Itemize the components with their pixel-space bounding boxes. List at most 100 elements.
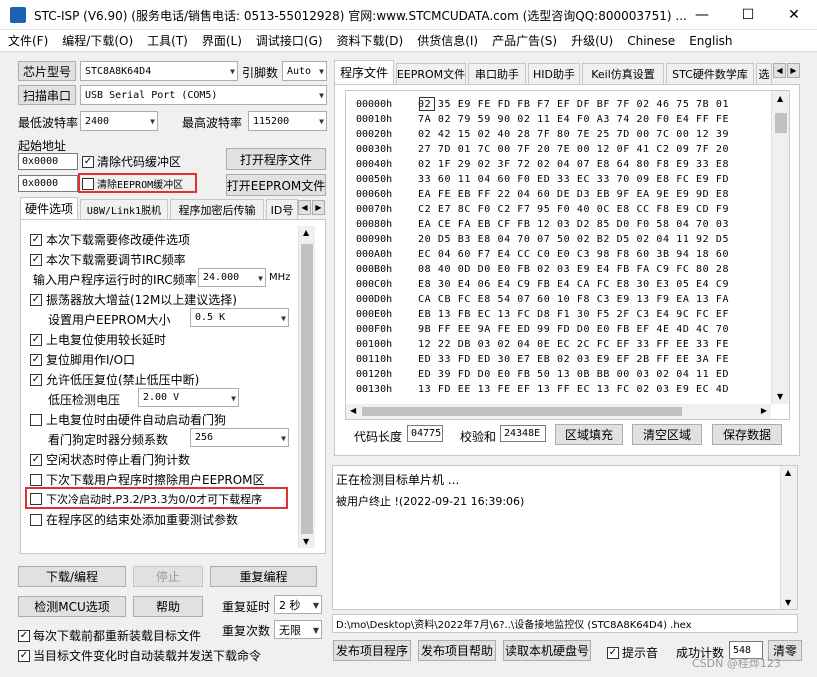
stop-button[interactable]: 停止 (133, 566, 203, 587)
menu-file[interactable]: 文件(F) (8, 32, 48, 49)
status-line: 被用户终止 !(2022-09-21 16:39:06) (336, 495, 525, 508)
sound-option[interactable]: ✓ 提示音 (607, 644, 658, 661)
tab-hardware-options[interactable]: 硬件选项 (20, 197, 78, 219)
menu-chinese[interactable]: Chinese (627, 34, 675, 48)
irc-frequency-select[interactable]: 24.000 ▼ (198, 268, 266, 287)
tab-u8w-link1[interactable]: U8W/Link1脱机 (80, 199, 168, 219)
auto-send-option[interactable]: ✓ 当目标文件变化时自动装载并发送下载命令 (18, 647, 261, 664)
code-address-input[interactable]: 0x0000 (18, 153, 78, 170)
hex-bytes: EA FE EB FF 22 04 60 DE D3 EB 9F EA 9E E… (418, 189, 730, 200)
option-label: 上电复位时由硬件自动启动看门狗 (46, 413, 227, 427)
option-lvd-voltage: 低压检测电压 (48, 391, 120, 408)
pins-select[interactable]: Auto ▼ (282, 61, 327, 81)
chevron-down-icon: ▼ (319, 117, 324, 126)
checkbox-checked-icon: ✓ (30, 373, 42, 386)
hex-dump-view[interactable]: 00000h 02 35 E9 FE FD FB F7 EF DF BF 7F 0… (345, 90, 790, 420)
hex-bytes: 33 60 11 04 60 F0 ED 33 EC 33 70 09 E8 F… (418, 174, 730, 185)
option-reset-pin-io[interactable]: ✓ 复位脚用作I/O口 (30, 351, 135, 368)
open-eeprom-file-button[interactable]: 打开EEPROM文件 (226, 174, 326, 196)
hex-bytes: 02 42 15 02 40 28 7F 80 7E 25 7D 00 7C 0… (418, 129, 730, 140)
start-address-label: 起始地址 (18, 139, 67, 153)
clear-code-option[interactable]: ✓ 清除代码缓冲区 (82, 153, 181, 170)
menu-debug[interactable]: 调试接口(G) (256, 32, 323, 49)
tab-scroll-left[interactable]: ◀ (298, 200, 311, 215)
option-erase-eeprom[interactable]: 下次下载用户程序时擦除用户EEPROM区 (30, 471, 265, 488)
hex-scrollbar-vertical[interactable]: ▲ ▼ (771, 91, 789, 404)
option-low-voltage-reset[interactable]: ✓ 允许低压复位(禁止低压中断) (30, 371, 199, 388)
min-baud-select[interactable]: 2400 ▼ (80, 111, 158, 131)
option-label: 低压检测电压 (48, 393, 121, 407)
hex-address: 00130h (356, 384, 393, 395)
tab-keil-emulation[interactable]: Keil仿真设置 (582, 63, 664, 84)
hex-address: 00010h (356, 114, 393, 125)
menu-tools[interactable]: 工具(T) (147, 32, 188, 49)
hex-row: 00030h 27 7D 01 7C 00 7F 20 7E 00 12 0F 4… (356, 144, 729, 155)
read-disk-id-button[interactable]: 读取本机硬盘号 (503, 640, 591, 661)
tab-hid-assistant[interactable]: HID助手 (528, 63, 580, 84)
menu-supply[interactable]: 供货信息(I) (417, 32, 478, 49)
download-program-button[interactable]: 下载/编程 (18, 566, 126, 587)
maximize-button[interactable]: ☐ (725, 0, 771, 30)
publish-program-button[interactable]: 发布项目程序 (333, 640, 411, 661)
option-osc-gain[interactable]: ✓ 振荡器放大增益(12M以上建议选择) (30, 291, 237, 308)
tab-program-file[interactable]: 程序文件 (334, 60, 394, 84)
tab-eeprom-file[interactable]: EEPROM文件 (396, 63, 466, 84)
hex-bytes: ED 33 FD ED 30 E7 EB 02 03 E9 EF 2B FF E… (418, 354, 730, 365)
option-test-params[interactable]: 在程序区的结束处添加重要测试参数 (30, 511, 238, 528)
irc-frequency-value: 24.000 (203, 272, 240, 283)
port-value: USB Serial Port (COM5) (85, 89, 218, 101)
fill-region-button[interactable]: 区域填充 (555, 424, 623, 445)
save-data-button[interactable]: 保存数据 (712, 424, 782, 445)
hex-address: 000B0h (356, 264, 393, 275)
hex-row: 00010h 7A 02 79 59 90 02 11 E4 F0 A3 74 2… (356, 114, 729, 125)
hex-row: 00100h 12 22 DB 03 02 04 0E EC 2C FC EF 3… (356, 339, 729, 350)
minimize-button[interactable]: — (679, 0, 725, 30)
menu-ads[interactable]: 产品广告(S) (492, 32, 557, 49)
clear-region-button[interactable]: 清空区域 (632, 424, 702, 445)
repeat-count-value: 无限 (279, 623, 301, 637)
menu-interface[interactable]: 界面(L) (202, 32, 242, 49)
open-program-file-button[interactable]: 打开程序文件 (226, 148, 326, 170)
repeat-count-select[interactable]: 无限 ▼ (274, 620, 322, 639)
tab-more[interactable]: 选 (756, 63, 772, 84)
max-baud-select[interactable]: 115200 ▼ (248, 111, 327, 131)
hex-scrollbar-horizontal[interactable]: ◀ ▶ (346, 404, 771, 419)
hex-row: 000D0h CA CB FC E8 54 07 60 10 F8 C3 E9 1… (356, 294, 729, 305)
tab-serial-assistant[interactable]: 串口助手 (468, 63, 526, 84)
tab-scroll-left[interactable]: ◀ (773, 63, 786, 78)
tab-scroll-right[interactable]: ▶ (787, 63, 800, 78)
option-hw-watchdog[interactable]: 上电复位时由硬件自动启动看门狗 (30, 411, 226, 428)
reload-before-download-option[interactable]: ✓ 每次下载前都重新装载目标文件 (18, 627, 201, 644)
options-scrollbar[interactable]: ▲ ▼ (298, 226, 315, 548)
menu-download[interactable]: 资料下载(D) (337, 32, 404, 49)
option-idle-watchdog[interactable]: ✓ 空闲状态时停止看门狗计数 (30, 451, 190, 468)
eeprom-address-input[interactable]: 0x0000 (18, 175, 78, 192)
option-long-reset-delay[interactable]: ✓ 上电复位使用较长延时 (30, 331, 166, 348)
lvd-voltage-select[interactable]: 2.00 V ▼ (138, 388, 239, 407)
repeat-program-button[interactable]: 重复编程 (210, 566, 317, 587)
option-adjust-irc[interactable]: ✓ 本次下载需要调节IRC频率 (30, 251, 186, 268)
chip-model-select[interactable]: STC8A8K64D4 ▼ (80, 61, 238, 81)
menu-english[interactable]: English (689, 34, 732, 48)
scroll-right-icon: ▶ (760, 406, 767, 415)
tab-encrypted-transfer[interactable]: 程序加密后传输 (170, 199, 264, 219)
publish-help-button[interactable]: 发布项目帮助 (418, 640, 496, 661)
close-button[interactable]: ✕ (771, 0, 817, 30)
status-scrollbar[interactable]: ▲ ▼ (780, 466, 797, 609)
tab-scroll-right[interactable]: ▶ (312, 200, 325, 215)
chip-model-button[interactable]: 芯片型号 (18, 61, 76, 81)
port-select[interactable]: USB Serial Port (COM5) ▼ (80, 85, 327, 105)
repeat-delay-select[interactable]: 2 秒 ▼ (274, 595, 322, 614)
code-length-label: 代码长度 (354, 430, 403, 444)
tab-id-number[interactable]: ID号 (266, 199, 298, 219)
scan-port-button[interactable]: 扫描串口 (18, 85, 76, 105)
help-button[interactable]: 帮助 (133, 596, 203, 617)
eeprom-size-select[interactable]: 0.5 K ▼ (190, 308, 289, 327)
check-mcu-button[interactable]: 检测MCU选项 (18, 596, 126, 617)
menu-upgrade[interactable]: 升级(U) (571, 32, 613, 49)
tab-stc-math-lib[interactable]: STC硬件数学库 (666, 63, 754, 84)
watchdog-prescaler-select[interactable]: 256 ▼ (190, 428, 289, 447)
highlight-box (78, 173, 197, 193)
menu-program[interactable]: 编程/下载(O) (62, 32, 133, 49)
option-modify-hardware[interactable]: ✓ 本次下载需要修改硬件选项 (30, 231, 190, 248)
